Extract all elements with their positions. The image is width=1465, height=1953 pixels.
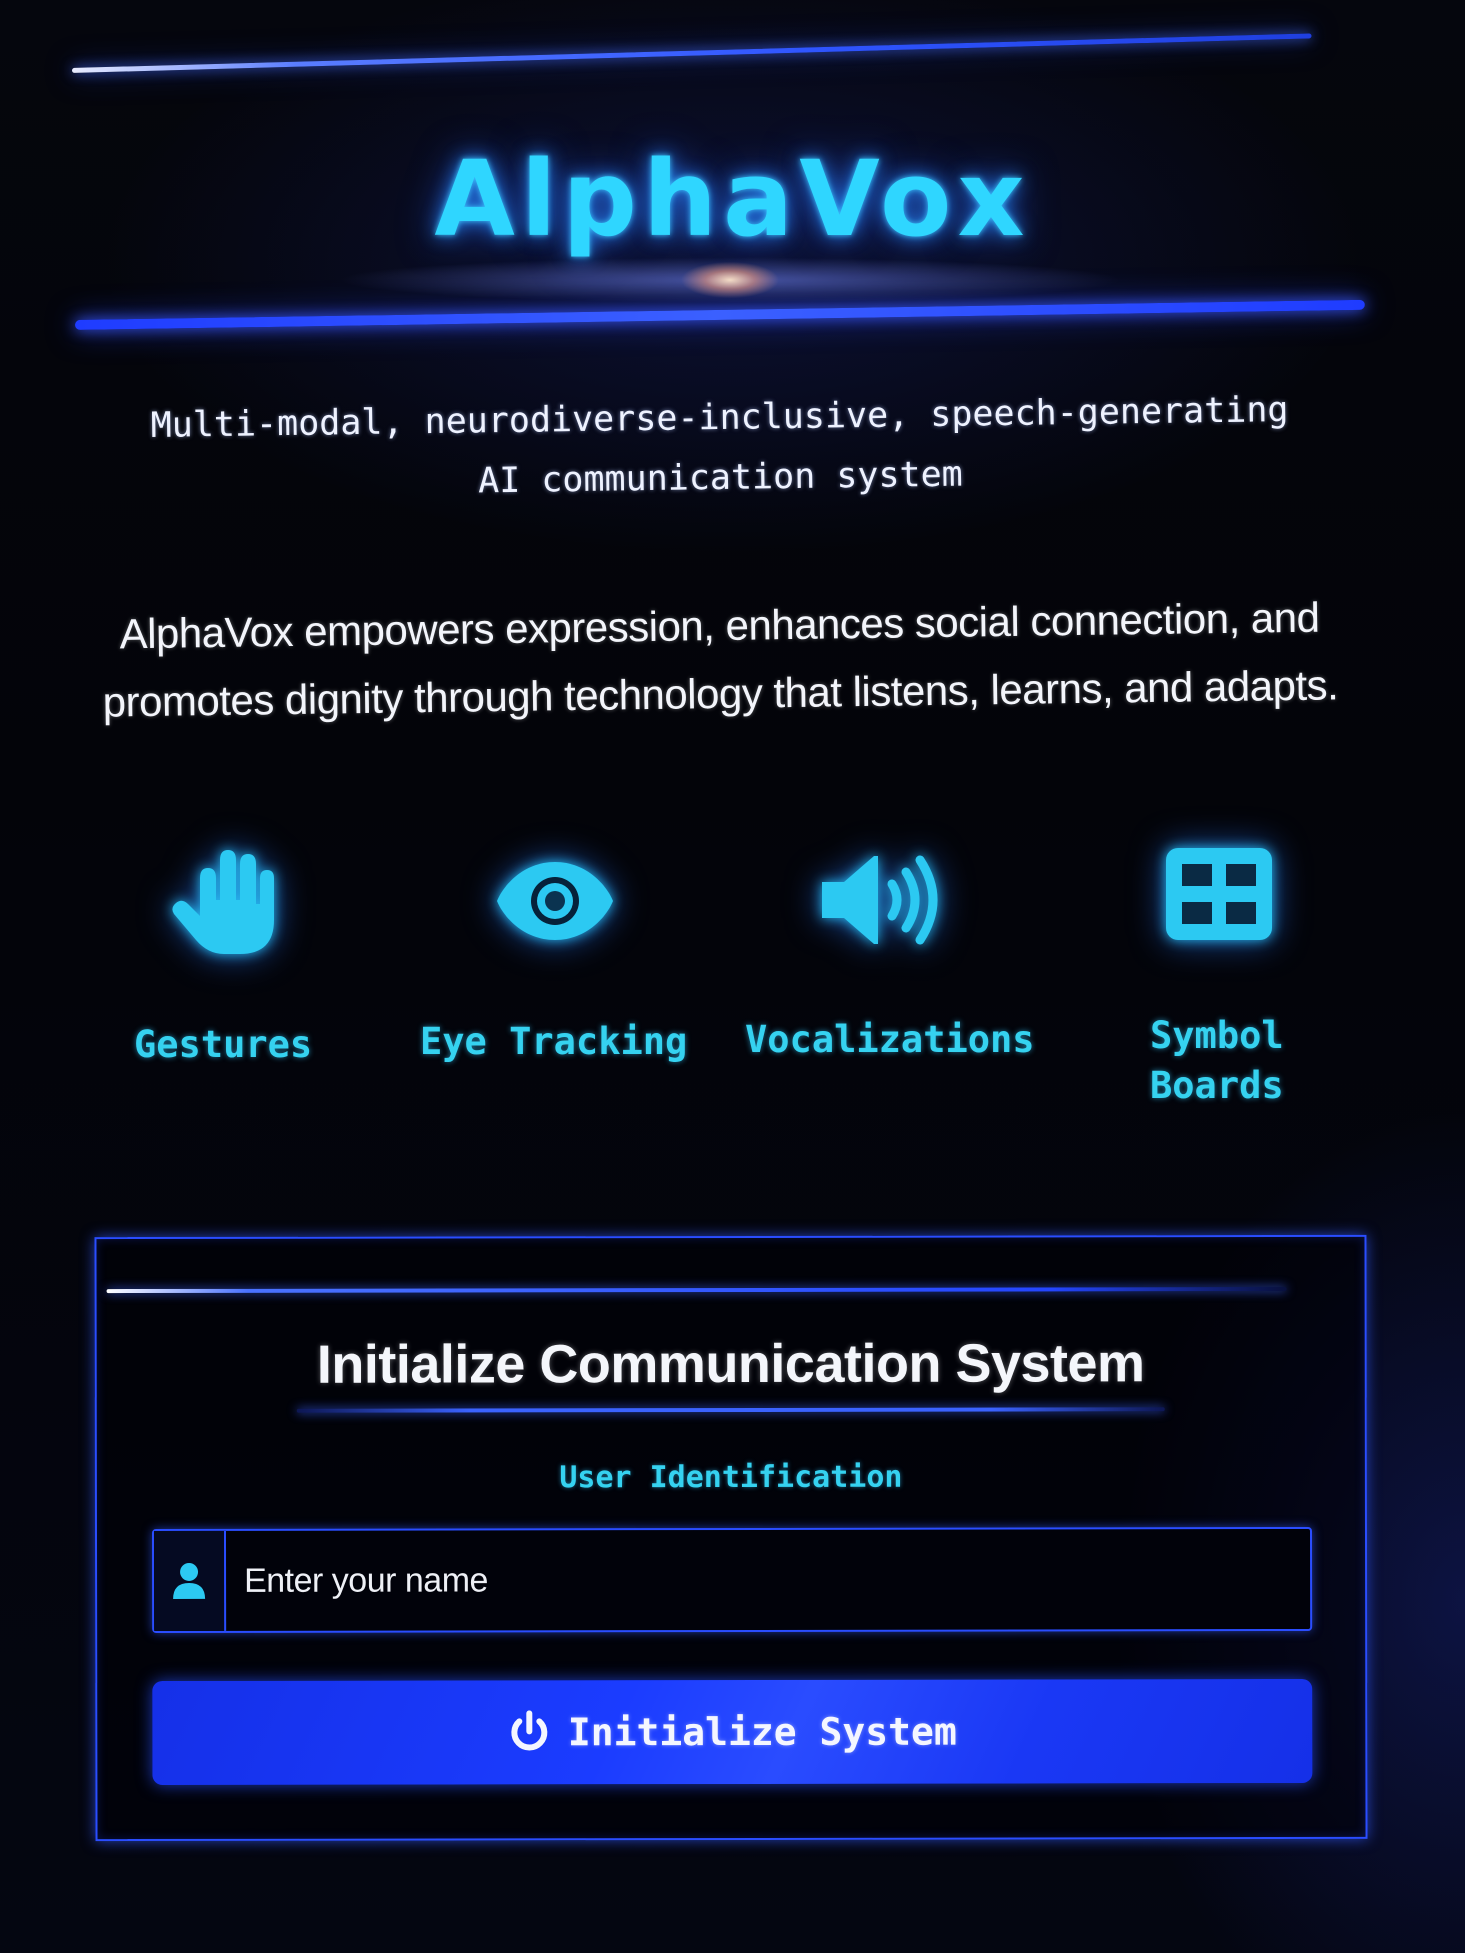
feature-label-vocalizations: Vocalizations: [745, 1018, 1035, 1061]
hand-icon: [172, 850, 274, 954]
panel-top-line: [106, 1287, 1287, 1294]
app-logo: AlphaVox: [434, 138, 1031, 260]
name-input[interactable]: [225, 1528, 1311, 1631]
user-identification-label: User Identification: [559, 1459, 903, 1496]
initialize-system-label: Initialize System: [567, 1709, 957, 1755]
mission-statement: AlphaVox empowers expression, enhances s…: [102, 593, 1339, 726]
page: AlphaVox Multi-modal, neurodiverse-inclu…: [0, 0, 1465, 1953]
feature-label-symbol-boards: Symbol Boards: [1150, 1011, 1284, 1111]
user-icon: [173, 1562, 206, 1599]
user-addon: [153, 1530, 227, 1632]
feature-label-gestures: Gestures: [134, 1023, 313, 1066]
feature-label-symbol-line: Symbol: [1150, 1014, 1284, 1057]
grid-icon: [1166, 848, 1272, 940]
header-top-line: [71, 33, 1312, 73]
name-input-group: [151, 1526, 1313, 1634]
speaker-icon: [822, 855, 938, 945]
panel-title-underline: [296, 1407, 1165, 1413]
feature-label-boards-line: Boards: [1150, 1064, 1284, 1107]
panel-title: Initialize Communication System: [316, 1333, 1145, 1395]
feature-label-eye-tracking: Eye Tracking: [420, 1020, 688, 1063]
init-panel: Initialize Communication System User Ide…: [94, 1234, 1368, 1842]
power-icon: [510, 1710, 547, 1751]
tagline: Multi-modal, neurodiverse-inclusive, spe…: [69, 379, 1371, 517]
initialize-system-button[interactable]: Initialize System: [152, 1678, 1313, 1786]
eye-icon: [497, 862, 613, 940]
header-underline: [74, 299, 1365, 330]
